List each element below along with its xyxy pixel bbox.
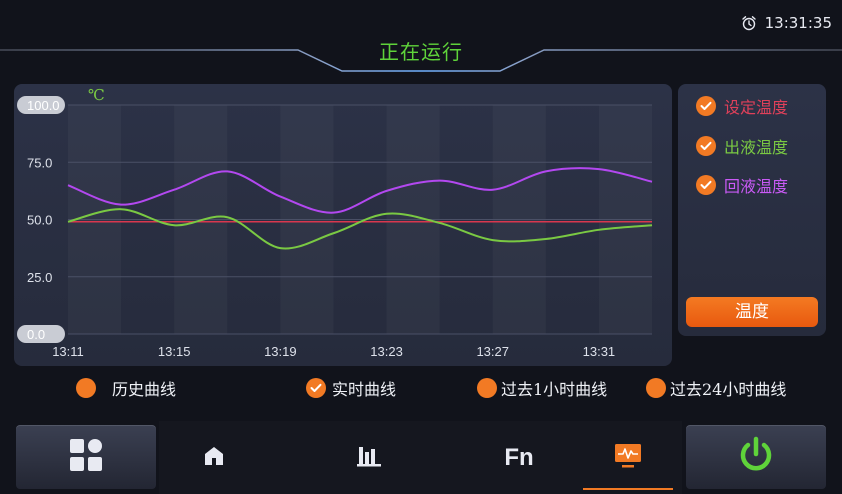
- series-line-3: [67, 167, 653, 214]
- mode-realtime[interactable]: 实时曲线: [306, 376, 396, 400]
- radio-icon: [76, 378, 96, 398]
- menu-button[interactable]: [16, 425, 156, 489]
- x-tick-label: 13:19: [264, 344, 297, 359]
- legend-item-set-temp[interactable]: 设定温度: [696, 94, 788, 118]
- run-status: 正在运行: [379, 40, 463, 64]
- y-tick-label: 100.0: [27, 98, 60, 113]
- x-tick-label: 13:23: [370, 344, 403, 359]
- radio-icon: [477, 378, 497, 398]
- legend-panel: 设定温度 出液温度 回液温度 温度: [678, 84, 826, 336]
- home-icon: [203, 445, 225, 471]
- bottom-bar: Fn: [0, 421, 842, 494]
- check-icon: [696, 175, 716, 195]
- legend-label: 回液温度: [724, 177, 789, 196]
- power-icon: [737, 436, 775, 478]
- temperature-button[interactable]: 温度: [686, 297, 818, 327]
- x-tick-label: 13:31: [583, 344, 616, 359]
- legend-item-outlet-temp[interactable]: 出液温度: [696, 134, 788, 158]
- mode-history[interactable]: 历史曲线: [76, 376, 176, 400]
- check-icon: [306, 378, 326, 398]
- x-tick-label: 13:27: [476, 344, 509, 359]
- chart-panel: 100.0 75.0 50.0 25.0 0.0 13:11 13:15 13:19 13:2…: [14, 84, 672, 366]
- unit-label: ℃: [88, 86, 105, 104]
- legend-item-return-temp[interactable]: 回液温度: [696, 173, 788, 197]
- alarm-clock-icon: [741, 15, 757, 31]
- y-tick-label: 0.0: [27, 327, 45, 342]
- mode-label: 过去1小时曲线: [501, 380, 608, 399]
- y-tick-label: 50.0: [27, 213, 52, 228]
- tab-function[interactable]: Fn: [464, 421, 574, 494]
- legend-label: 设定温度: [724, 98, 789, 117]
- mode-label: 实时曲线: [332, 380, 397, 399]
- y-tick-label: 25.0: [27, 270, 52, 285]
- temperature-chart: 100.0 75.0 50.0 25.0 0.0 13:11 13:15 13:19 13:2…: [17, 86, 653, 359]
- fn-label: Fn: [504, 443, 534, 471]
- mode-label: 历史曲线: [112, 380, 177, 399]
- mode-last-24h[interactable]: 过去24小时曲线: [646, 376, 786, 400]
- check-icon: [696, 96, 716, 116]
- tab-statistics[interactable]: [314, 421, 424, 494]
- radio-icon: [646, 378, 666, 398]
- top-bar: 正在运行 13:31:35: [0, 0, 842, 76]
- clock: 13:31:35: [741, 14, 832, 32]
- clock-time: 13:31:35: [764, 14, 832, 32]
- legend-label: 出液温度: [724, 138, 789, 157]
- monitor-chart-icon: [614, 443, 642, 473]
- tab-home[interactable]: [159, 421, 269, 494]
- tab-bar: Fn: [159, 421, 682, 494]
- active-tab-indicator: [583, 488, 673, 490]
- series-line-2: [67, 208, 653, 250]
- power-button[interactable]: [686, 425, 826, 489]
- tab-monitor[interactable]: [573, 421, 683, 494]
- grid-menu-icon: [69, 438, 103, 476]
- check-icon: [696, 136, 716, 156]
- y-tick-label: 75.0: [27, 155, 52, 170]
- x-tick-label: 13:15: [158, 344, 191, 359]
- mode-label: 过去24小时曲线: [670, 380, 787, 399]
- x-tick-label: 13:11: [52, 344, 84, 359]
- bar-chart-icon: [357, 445, 381, 471]
- mode-last-1h[interactable]: 过去1小时曲线: [477, 376, 607, 400]
